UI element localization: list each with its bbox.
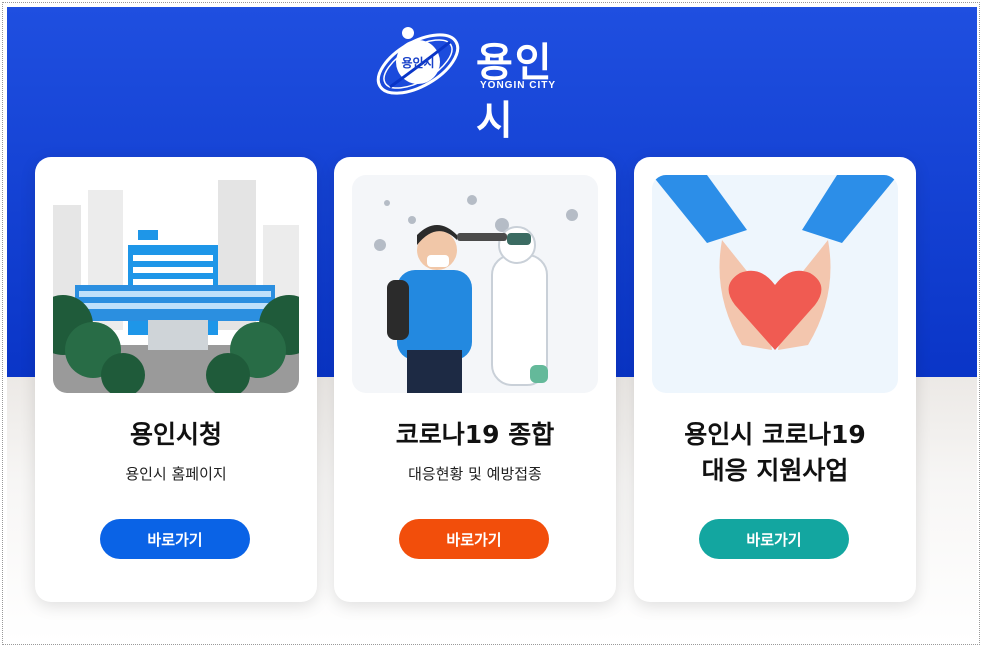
card-city-hall: 용인시청 용인시 홈페이지 바로가기 [35, 157, 317, 602]
card-title: 코로나19 종합 [395, 420, 555, 449]
heart-hands-illustration [652, 175, 898, 393]
go-button-city-hall[interactable]: 바로가기 [100, 519, 250, 559]
go-button-covid-overview[interactable]: 바로가기 [399, 519, 549, 559]
card-covid-support: 용인시 코로나19 대응 지원사업 바로가기 [634, 157, 916, 602]
card-title-line2: 대응 지원사업 [701, 456, 849, 485]
card-title-line1: 용인시 코로나19 [684, 420, 866, 449]
yongin-emblem-icon: 용인시 [376, 27, 460, 95]
card-subtitle: 대응현황 및 예방접종 [408, 465, 542, 483]
city-hall-illustration [53, 175, 299, 393]
card-title: 용인시청 [129, 420, 222, 449]
emblem-text: 용인시 [401, 55, 434, 70]
covid-temperature-check-illustration [352, 175, 598, 393]
card-covid-overview: 코로나19 종합 대응현황 및 예방접종 바로가기 [334, 157, 616, 602]
card-subtitle: 용인시 홈페이지 [125, 465, 227, 483]
logo-subtitle: YONGIN CITY [480, 80, 557, 91]
go-button-covid-support[interactable]: 바로가기 [699, 519, 849, 559]
yongin-city-logo[interactable]: 용인시 용인시 YONGIN CITY [370, 22, 590, 144]
